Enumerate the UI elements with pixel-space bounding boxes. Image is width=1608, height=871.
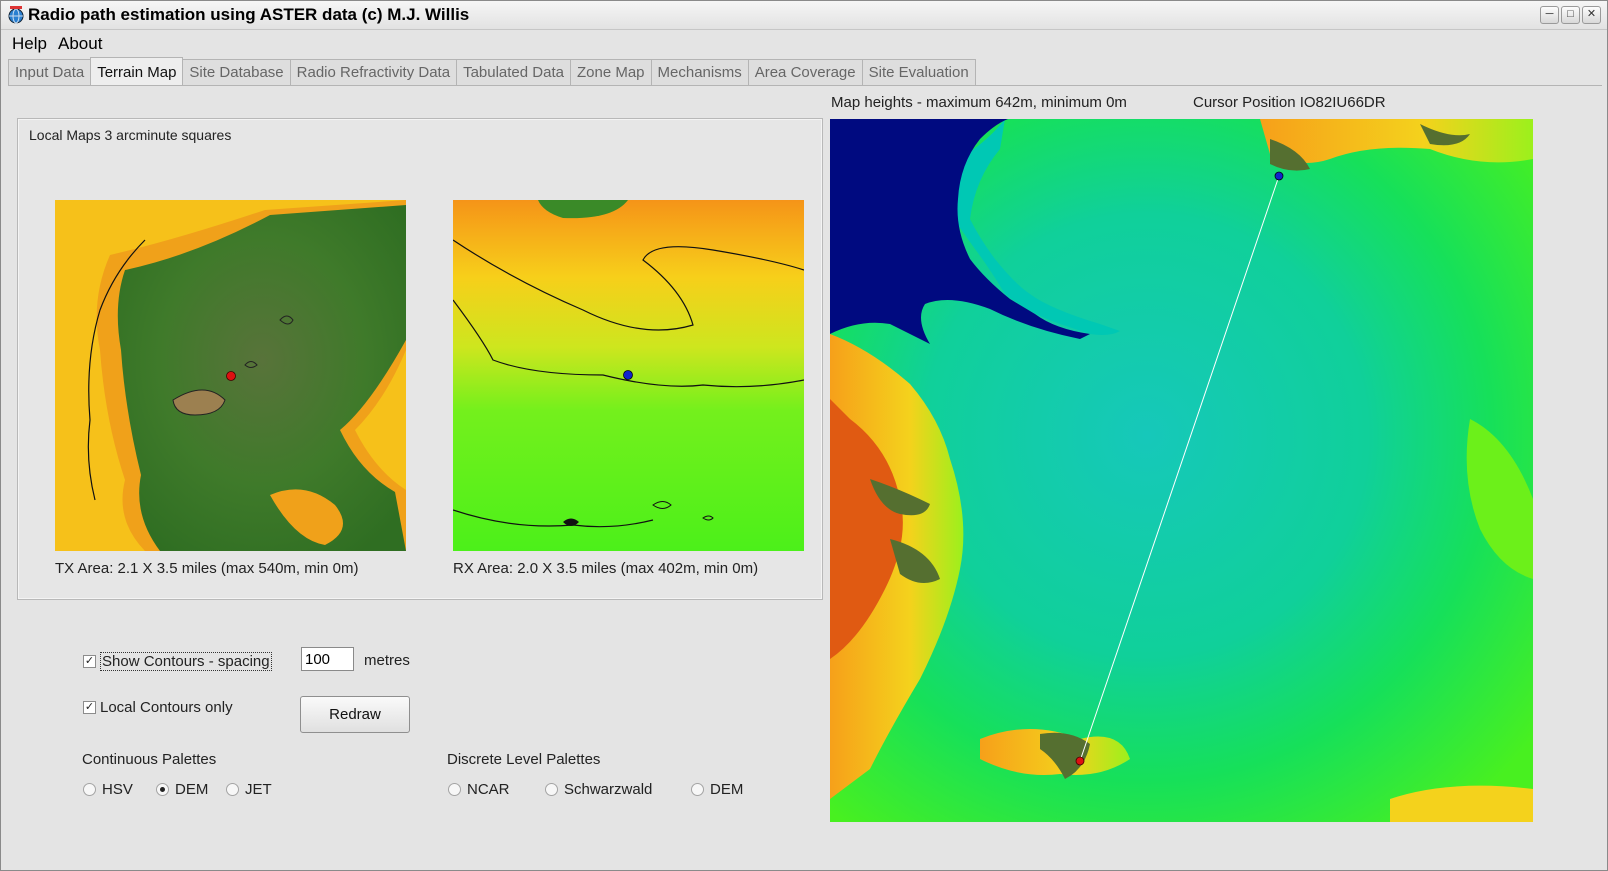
menu-bar: Help About: [1, 30, 1607, 56]
tab-input-data[interactable]: Input Data: [8, 59, 92, 85]
cursor-position-text: Cursor Position IO82IU66DR: [1193, 94, 1386, 111]
show-contours-label: Show Contours - spacing: [100, 652, 272, 671]
rx-site-marker: [623, 370, 633, 380]
discrete-palettes-label: Discrete Level Palettes: [447, 751, 601, 768]
tab-site-database[interactable]: Site Database: [182, 59, 291, 85]
radio-indicator[interactable]: [545, 783, 558, 796]
local-contours-checkbox[interactable]: ✓ Local Contours only: [83, 699, 233, 716]
contour-spacing-input[interactable]: [301, 647, 354, 671]
terrain-map[interactable]: [830, 119, 1533, 822]
map-heights-text: Map heights - maximum 642m, minimum 0m: [831, 94, 1127, 111]
tab-site-evaluation[interactable]: Site Evaluation: [861, 59, 976, 85]
palette-schwarzwald-radio[interactable]: Schwarzwald: [545, 781, 652, 798]
local-maps-panel: Local Maps 3 arcminute squares TX Area: …: [17, 118, 823, 600]
palette-dem-radio[interactable]: DEM: [156, 781, 208, 798]
tx-site-marker: [226, 371, 236, 381]
spacing-unit-label: metres: [364, 652, 410, 669]
palette-jet-radio[interactable]: JET: [226, 781, 272, 798]
window-title: Radio path estimation using ASTER data (…: [28, 5, 470, 24]
palette-hsv-radio[interactable]: HSV: [83, 781, 133, 798]
globe-icon: [8, 6, 24, 24]
palette-ncar-label: NCAR: [467, 781, 510, 798]
maximize-button[interactable]: □: [1561, 6, 1580, 24]
tab-mechanisms[interactable]: Mechanisms: [650, 59, 749, 85]
tab-divider: [8, 85, 1602, 86]
tab-zone-map[interactable]: Zone Map: [569, 59, 652, 85]
radio-indicator[interactable]: [448, 783, 461, 796]
rx-area-map[interactable]: [453, 200, 804, 551]
radio-indicator[interactable]: [83, 783, 96, 796]
continuous-palettes-label: Continuous Palettes: [82, 751, 217, 768]
tab-terrain-map[interactable]: Terrain Map: [90, 57, 184, 85]
palette-dem-label: DEM: [175, 781, 209, 798]
window-controls: ─ □ ✕: [1540, 6, 1601, 24]
redraw-button[interactable]: Redraw: [300, 696, 410, 733]
show-contours-check[interactable]: ✓: [83, 655, 96, 668]
local-contours-label: Local Contours only: [100, 699, 233, 716]
tab-strip: Input Data Terrain Map Site Database Rad…: [8, 57, 976, 86]
menu-about[interactable]: About: [58, 34, 102, 54]
tab-tabulated-data[interactable]: Tabulated Data: [456, 59, 571, 85]
tab-area-coverage[interactable]: Area Coverage: [747, 59, 863, 85]
minimize-button[interactable]: ─: [1540, 6, 1559, 24]
title-bar[interactable]: Radio path estimation using ASTER data (…: [1, 1, 1607, 30]
local-maps-title: Local Maps 3 arcminute squares: [29, 127, 232, 143]
tx-area-map[interactable]: [55, 200, 406, 551]
menu-help[interactable]: Help: [12, 34, 47, 54]
radio-indicator[interactable]: [691, 783, 704, 796]
app-window: Radio path estimation using ASTER data (…: [0, 0, 1608, 871]
palette-ncar-radio[interactable]: NCAR: [448, 781, 510, 798]
palette-jet-label: JET: [245, 781, 272, 798]
tx-area-caption: TX Area: 2.1 X 3.5 miles (max 540m, min …: [55, 560, 359, 577]
radio-indicator-selected[interactable]: [156, 783, 169, 796]
palette-schwarzwald-label: Schwarzwald: [564, 781, 653, 798]
local-contours-check[interactable]: ✓: [83, 701, 96, 714]
tx-site-point: [1075, 756, 1085, 766]
rx-area-caption: RX Area: 2.0 X 3.5 miles (max 402m, min …: [453, 560, 759, 577]
close-button[interactable]: ✕: [1582, 6, 1601, 24]
radio-indicator[interactable]: [226, 783, 239, 796]
palette-dem-discrete-radio[interactable]: DEM: [691, 781, 743, 798]
palette-hsv-label: HSV: [102, 781, 133, 798]
show-contours-checkbox[interactable]: ✓ Show Contours - spacing: [83, 652, 272, 671]
rx-site-point: [1274, 171, 1284, 181]
palette-dem-discrete-label: DEM: [710, 781, 744, 798]
tab-radio-refractivity-data[interactable]: Radio Refractivity Data: [289, 59, 458, 85]
